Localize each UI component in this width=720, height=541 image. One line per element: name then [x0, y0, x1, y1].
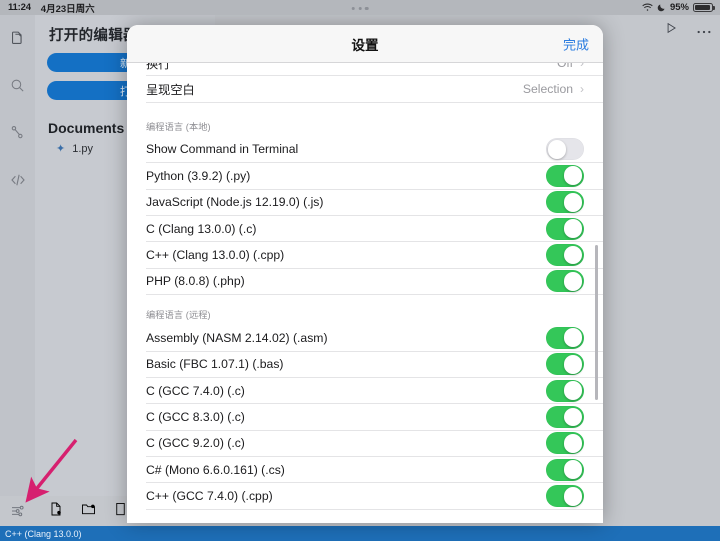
toggle-switch[interactable] [546, 191, 584, 213]
settings-row-javascript[interactable]: JavaScript (Node.js 12.19.0) (.js) [146, 190, 603, 216]
row-label: C++ (Clang 13.0.0) (.cpp) [146, 248, 284, 262]
toggle-switch[interactable] [546, 270, 584, 292]
settings-row-php[interactable]: PHP (8.0.8) (.php) [146, 269, 603, 295]
section-header-local: 编程语言 (本地) [146, 103, 603, 137]
toggle-switch[interactable] [546, 380, 584, 402]
status-time: 11:24 [8, 2, 31, 13]
settings-row-cpp-clang[interactable]: C++ (Clang 13.0.0) (.cpp) [146, 242, 603, 268]
row-label: C# (Mono 6.6.0.161) (.cs) [146, 463, 285, 477]
done-button[interactable]: 完成 [563, 34, 589, 53]
toggle-switch[interactable] [546, 138, 584, 160]
settings-row-assembly[interactable]: Assembly (NASM 2.14.02) (.asm) [146, 325, 603, 351]
settings-row-python[interactable]: Python (3.9.2) (.py) [146, 163, 603, 189]
battery-percent: 95% [670, 2, 689, 13]
settings-row-csharp[interactable]: C# (Mono 6.6.0.161) (.cs) [146, 457, 603, 483]
scrollbar-thumb[interactable] [595, 245, 598, 400]
settings-row-c-gcc74[interactable]: C (GCC 7.4.0) (.c) [146, 378, 603, 404]
settings-row-c-gcc83[interactable]: C (GCC 8.3.0) (.c) [146, 404, 603, 430]
file-name: 1.py [72, 143, 93, 155]
settings-list: 换行 Off › 呈现空白 Selection › 编程语言 (本地) [127, 63, 603, 510]
search-icon[interactable] [0, 62, 35, 109]
more-file-actions-icon[interactable] [113, 501, 128, 522]
python-file-icon: ✦ [56, 142, 65, 155]
row-label: C++ (GCC 7.4.0) (.cpp) [146, 489, 273, 503]
row-label: PHP (8.0.8) (.php) [146, 274, 245, 288]
status-date: 4月23日周六 [41, 1, 95, 15]
row-label: C (Clang 13.0.0) (.c) [146, 222, 256, 236]
toggle-switch[interactable] [546, 353, 584, 375]
row-label: 换行 [146, 63, 170, 72]
toggle-switch[interactable] [546, 459, 584, 481]
status-right-group: 95% [642, 2, 713, 13]
more-ellipsis-icon[interactable] [696, 22, 712, 40]
editor-top-actions [664, 21, 712, 40]
settings-row-wrap[interactable]: 换行 Off › [146, 63, 603, 76]
row-label: Basic (FBC 1.07.1) (.bas) [146, 357, 284, 371]
toggle-switch[interactable] [546, 406, 584, 428]
row-label: 呈现空白 [146, 80, 195, 98]
chevron-right-icon: › [580, 83, 584, 95]
settings-row-basic[interactable]: Basic (FBC 1.07.1) (.bas) [146, 352, 603, 378]
section-header-remote: 编程语言 (远程) [146, 295, 603, 325]
do-not-disturb-moon-icon [657, 3, 666, 12]
sheet-title: 设置 [352, 34, 379, 54]
toggle-switch[interactable] [546, 327, 584, 349]
toggle-switch[interactable] [546, 218, 584, 240]
row-label: C (GCC 9.2.0) (.c) [146, 436, 245, 450]
toggle-switch[interactable] [546, 432, 584, 454]
source-control-icon[interactable] [0, 109, 35, 156]
row-label: Show Command in Terminal [146, 142, 298, 156]
row-value: Off › [557, 63, 584, 70]
battery-icon [693, 3, 713, 13]
multitask-grabber[interactable] [352, 7, 369, 10]
status-bar-language-label: C++ (Clang 13.0.0) [5, 529, 82, 539]
row-label: C (GCC 8.3.0) (.c) [146, 410, 245, 424]
settings-sliders-icon-bottom[interactable] [0, 496, 35, 526]
status-bar-language[interactable]: C++ (Clang 13.0.0) [0, 526, 720, 541]
sheet-header: 设置 完成 [127, 25, 603, 63]
row-label: JavaScript (Node.js 12.19.0) (.js) [146, 195, 323, 209]
settings-row-c-clang[interactable]: C (Clang 13.0.0) (.c) [146, 216, 603, 242]
settings-row-render-whitespace[interactable]: 呈现空白 Selection › [146, 76, 603, 102]
row-label: Python (3.9.2) (.py) [146, 169, 250, 183]
wifi-icon [642, 3, 653, 12]
run-play-icon[interactable] [664, 21, 678, 40]
toggle-switch[interactable] [546, 244, 584, 266]
toggle-switch[interactable] [546, 485, 584, 507]
toggle-switch[interactable] [546, 165, 584, 187]
code-brackets-icon[interactable] [0, 156, 35, 203]
new-folder-icon[interactable] [80, 501, 97, 522]
sheet-body[interactable]: 换行 Off › 呈现空白 Selection › 编程语言 (本地) [127, 63, 603, 523]
screen: 打开的编辑器 新建 打开 Documents ✦ 1.py [0, 0, 720, 541]
activity-bar [0, 15, 35, 526]
settings-sheet: 设置 完成 换行 Off › 呈现空白 Selection › [127, 25, 603, 523]
new-file-icon[interactable] [48, 501, 64, 522]
settings-row-show-command[interactable]: Show Command in Terminal [146, 137, 603, 163]
settings-row-cpp-gcc74[interactable]: C++ (GCC 7.4.0) (.cpp) [146, 483, 603, 509]
explorer-icon[interactable] [0, 15, 35, 62]
row-label: Assembly (NASM 2.14.02) (.asm) [146, 331, 328, 345]
chevron-right-icon: › [580, 63, 584, 69]
row-label: C (GCC 7.4.0) (.c) [146, 384, 245, 398]
settings-row-c-gcc92[interactable]: C (GCC 9.2.0) (.c) [146, 431, 603, 457]
row-value: Selection › [523, 82, 584, 96]
